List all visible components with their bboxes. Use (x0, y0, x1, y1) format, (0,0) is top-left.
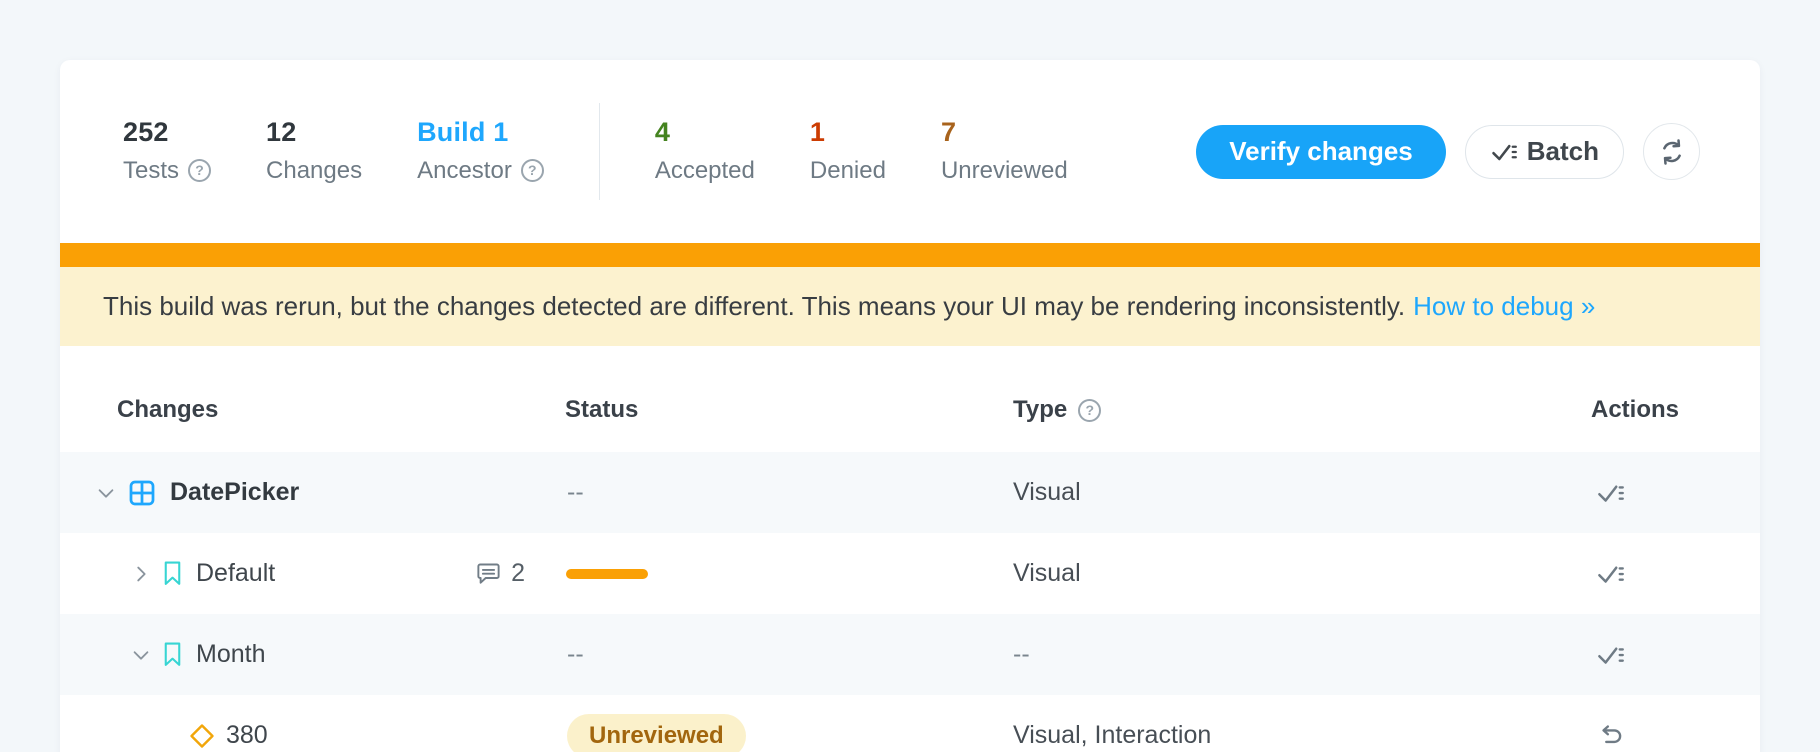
page: 252 Tests? 12 Changes Build 1 Ancestor? … (0, 0, 1820, 752)
unreviewed-label: Unreviewed (941, 158, 1068, 184)
column-header-actions: Actions (1591, 396, 1679, 424)
divider (599, 103, 600, 200)
status-badge: Unreviewed (567, 714, 746, 752)
rerun-warning-banner: This build was rerun, but the changes de… (60, 267, 1760, 346)
batch-accept-icon[interactable] (1595, 640, 1625, 670)
column-header-status: Status (565, 396, 638, 424)
how-to-debug-link[interactable]: How to debug » (1413, 291, 1595, 322)
warning-accent-bar (60, 243, 1760, 267)
column-header-changes: Changes (117, 396, 218, 424)
type-value: Visual (1013, 559, 1081, 588)
rerun-build-button[interactable] (1643, 123, 1700, 180)
stat-changes: 12 Changes (266, 119, 362, 184)
help-icon[interactable]: ? (521, 159, 544, 182)
header-actions: Verify changes Batch (1196, 123, 1700, 180)
stat-denied: 1 Denied (810, 119, 886, 184)
help-icon[interactable]: ? (188, 159, 211, 182)
chevron-down-icon[interactable] (95, 482, 117, 504)
table-header-row: Changes Status Type? Actions (60, 346, 1760, 452)
type-value: Visual (1013, 478, 1081, 507)
denied-label: Denied (810, 158, 886, 184)
tests-label: Tests (123, 158, 179, 184)
change-diamond-icon (187, 721, 217, 751)
tests-count: 252 (123, 119, 211, 146)
comment-icon (475, 560, 502, 587)
accepted-label: Accepted (655, 158, 755, 184)
row-default[interactable]: Default 2 Visual (60, 533, 1760, 614)
stat-accepted: 4 Accepted (655, 119, 755, 184)
changes-count: 12 (266, 119, 362, 146)
batch-accept-icon[interactable] (1595, 559, 1625, 589)
stat-tests: 252 Tests? (123, 119, 211, 184)
denied-count: 1 (810, 119, 886, 146)
row-datepicker[interactable]: DatePicker -- Visual (60, 452, 1760, 533)
ancestor-build-link[interactable]: Build 1 (417, 119, 544, 146)
row-change-380[interactable]: 380 Unreviewed Visual, Interaction (60, 695, 1760, 752)
status-value: -- (567, 478, 584, 507)
column-header-type: Type (1013, 396, 1067, 424)
batch-button[interactable]: Batch (1465, 125, 1624, 179)
accepted-count: 4 (655, 119, 755, 146)
undo-icon[interactable] (1595, 721, 1625, 751)
sync-icon (1656, 136, 1688, 168)
build-header: 252 Tests? 12 Changes Build 1 Ancestor? … (60, 60, 1760, 243)
unreviewed-count: 7 (941, 119, 1068, 146)
chevron-right-icon[interactable] (130, 563, 152, 585)
row-label[interactable]: DatePicker (170, 478, 299, 507)
changes-label: Changes (266, 158, 362, 184)
story-bookmark-icon (162, 560, 183, 587)
story-bookmark-icon (162, 641, 183, 668)
batch-label: Batch (1527, 136, 1599, 167)
progress-bar (566, 569, 648, 579)
help-icon[interactable]: ? (1078, 399, 1101, 422)
type-value: Visual, Interaction (1013, 721, 1211, 750)
ancestor-label: Ancestor (417, 158, 512, 184)
build-card: 252 Tests? 12 Changes Build 1 Ancestor? … (60, 60, 1760, 752)
row-month[interactable]: Month -- -- (60, 614, 1760, 695)
warning-message: This build was rerun, but the changes de… (103, 291, 1405, 322)
row-label[interactable]: Default (196, 559, 275, 588)
stat-ancestor: Build 1 Ancestor? (417, 119, 544, 184)
batch-check-icon (1490, 138, 1518, 166)
comment-count[interactable]: 2 (475, 559, 525, 588)
component-grid-icon (127, 478, 157, 508)
row-label[interactable]: 380 (226, 721, 268, 750)
type-value: -- (1013, 640, 1030, 669)
chevron-down-icon[interactable] (130, 644, 152, 666)
status-value: -- (567, 640, 584, 669)
verify-changes-button[interactable]: Verify changes (1196, 125, 1446, 179)
batch-accept-icon[interactable] (1595, 478, 1625, 508)
comment-count-value: 2 (511, 559, 525, 588)
row-label[interactable]: Month (196, 640, 265, 669)
stat-unreviewed: 7 Unreviewed (941, 119, 1068, 184)
